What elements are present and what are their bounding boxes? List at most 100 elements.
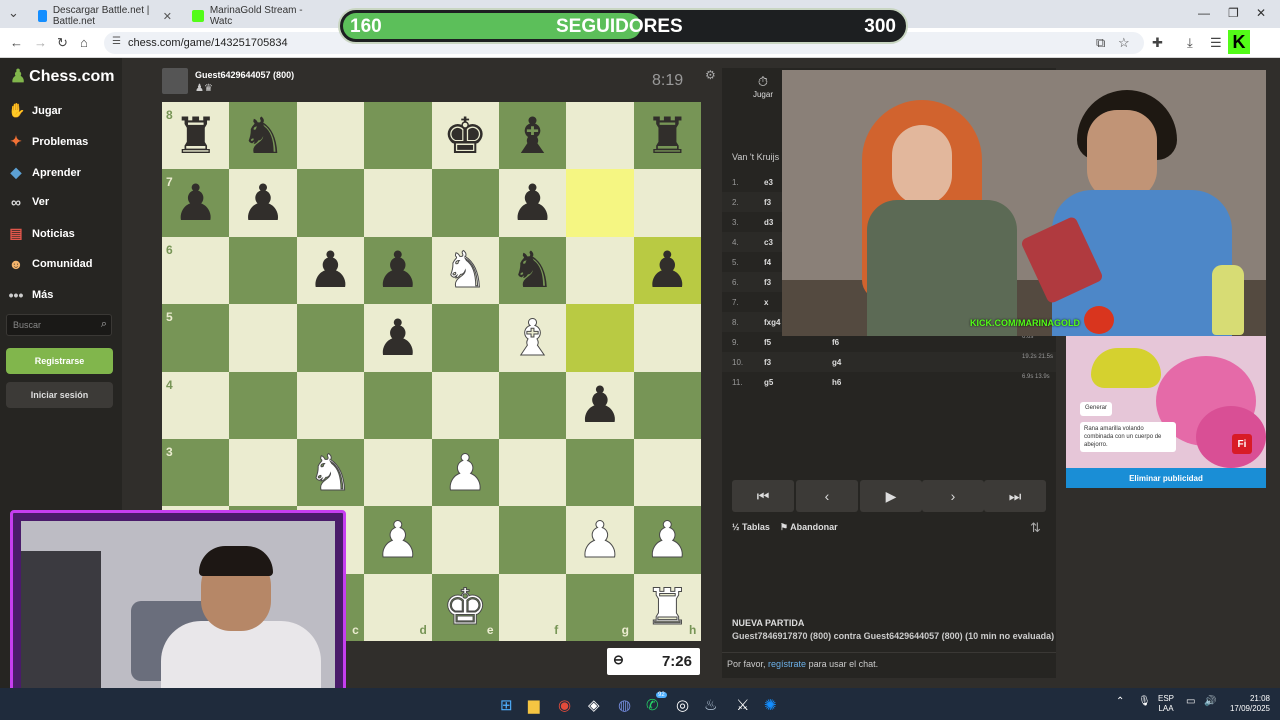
black-pawn-f7[interactable]: ♟ — [499, 169, 566, 236]
nav-jugar[interactable]: ✋ Jugar — [8, 102, 62, 119]
square-h4[interactable] — [633, 371, 702, 439]
flip-board-icon[interactable]: ⇅ — [1030, 520, 1041, 536]
white-pawn-d2[interactable]: ♟ — [364, 506, 431, 573]
square-h5[interactable] — [633, 304, 702, 372]
start-icon[interactable]: ⊞ — [500, 696, 513, 714]
white-king-e1[interactable]: ♚ — [432, 574, 499, 641]
resign-button[interactable]: Abandonar — [790, 522, 838, 532]
prev-move-button[interactable]: ‹ — [796, 480, 858, 512]
square-d8[interactable] — [364, 102, 432, 170]
close-window-icon[interactable]: ✕ — [1256, 6, 1266, 20]
square-b5[interactable] — [229, 304, 297, 372]
close-tab-icon[interactable]: ✕ — [163, 10, 172, 23]
white-move[interactable]: c3 — [764, 238, 773, 247]
square-e7[interactable] — [431, 169, 499, 237]
next-move-button[interactable]: › — [922, 480, 984, 512]
minimize-icon[interactable]: — — [1198, 6, 1210, 20]
bookmark-star-icon[interactable]: ☆ — [1118, 35, 1130, 51]
square-c7[interactable] — [296, 169, 365, 237]
square-c8[interactable] — [296, 102, 365, 170]
install-app-icon[interactable]: ⧉ — [1096, 35, 1105, 51]
white-pawn-h2[interactable]: ♟ — [634, 506, 701, 573]
white-knight-c3[interactable]: ♞ — [297, 439, 364, 506]
avatar[interactable] — [162, 68, 188, 94]
back-icon[interactable]: ← — [10, 35, 23, 50]
nav-ver[interactable]: ∞ Ver — [8, 194, 49, 210]
square-f4[interactable] — [498, 371, 567, 439]
tab-search-icon[interactable]: ⌄ — [8, 5, 19, 21]
square-d4[interactable] — [364, 371, 432, 439]
nav-noticias[interactable]: ▤ Noticias — [8, 225, 74, 242]
black-pawn-b7[interactable]: ♟ — [229, 169, 296, 236]
white-move[interactable]: d3 — [764, 218, 773, 227]
forward-icon[interactable]: → — [34, 35, 47, 50]
gear-icon[interactable]: ⚙ — [705, 68, 716, 82]
white-pawn-g2[interactable]: ♟ — [566, 506, 633, 573]
home-icon[interactable]: ⌂ — [80, 35, 88, 50]
square-b3[interactable] — [229, 438, 297, 507]
white-bishop-f5[interactable]: ♝ — [499, 304, 566, 371]
square-g8[interactable] — [566, 102, 634, 170]
square-e4[interactable] — [431, 371, 499, 439]
square-d7[interactable] — [364, 169, 432, 237]
square-g7[interactable] — [566, 169, 634, 237]
maximize-icon[interactable]: ❐ — [1228, 6, 1239, 20]
whatsapp-icon[interactable]: ✆ — [646, 696, 659, 714]
app-icon[interactable]: ◈ — [588, 696, 600, 714]
ad-generate-button[interactable]: Generar — [1080, 402, 1113, 416]
white-knight-e6[interactable]: ♞ — [432, 237, 499, 304]
white-move[interactable]: f3 — [764, 198, 771, 207]
extensions-icon[interactable]: ✚ — [1152, 35, 1163, 51]
black-knight-f6[interactable]: ♞ — [499, 237, 566, 304]
square-c4[interactable] — [296, 371, 365, 439]
white-move[interactable]: g5 — [764, 378, 773, 387]
draw-button[interactable]: Tablas — [742, 522, 770, 532]
square-g5[interactable] — [566, 304, 634, 372]
reload-icon[interactable]: ↻ — [57, 35, 68, 51]
square-f3[interactable] — [498, 438, 567, 507]
play-button[interactable]: ▶ — [860, 480, 922, 512]
white-move[interactable]: x — [764, 298, 768, 307]
network-icon[interactable]: ▭ — [1186, 697, 1195, 707]
file-explorer-icon[interactable]: ▆ — [528, 696, 540, 714]
square-g6[interactable] — [566, 236, 634, 305]
white-move[interactable]: fxg4 — [764, 318, 780, 327]
black-move[interactable]: h6 — [832, 378, 841, 387]
square-e5[interactable] — [431, 304, 499, 372]
language-indicator[interactable]: ESP LAA — [1158, 694, 1174, 714]
square-e2[interactable] — [431, 506, 499, 574]
register-link[interactable]: regístrate — [768, 659, 806, 669]
black-pawn-d6[interactable]: ♟ — [364, 237, 431, 304]
nav-aprender[interactable]: ◆ Aprender — [8, 164, 81, 181]
black-pawn-g4[interactable]: ♟ — [566, 372, 633, 439]
discord-icon[interactable]: ◍ — [618, 696, 631, 714]
chesscom-logo[interactable]: ♟ Chess.com — [10, 66, 115, 87]
white-move[interactable]: e3 — [764, 178, 773, 187]
first-move-button[interactable]: ⏮ — [732, 480, 794, 512]
black-pawn-h6[interactable]: ♟ — [634, 237, 701, 304]
tab-marinagold[interactable]: MarinaGold Stream - Watc — [184, 4, 334, 28]
nav-problemas[interactable]: ✦ Problemas — [8, 133, 88, 150]
white-move[interactable]: f3 — [764, 278, 771, 287]
download-icon[interactable]: ⤓ — [1187, 35, 1193, 51]
black-bishop-f8[interactable]: ♝ — [499, 102, 566, 169]
square-c5[interactable] — [296, 304, 365, 372]
search-input[interactable]: Buscar ⌕ — [6, 314, 112, 336]
white-move[interactable]: f4 — [764, 258, 771, 267]
black-pawn-a7[interactable]: ♟ — [162, 169, 229, 236]
square-h7[interactable] — [633, 169, 702, 237]
square-b4[interactable] — [229, 371, 297, 439]
menu-icon[interactable]: ☰ — [1210, 35, 1222, 51]
white-rook-h1[interactable]: ♜ — [634, 574, 701, 641]
site-info-icon[interactable]: ☰ — [112, 36, 121, 47]
square-f2[interactable] — [498, 506, 567, 574]
app-icon[interactable]: ⚔ — [736, 696, 749, 714]
nav-mas[interactable]: ••• Más — [8, 287, 54, 303]
obs-icon[interactable]: ◎ — [676, 696, 689, 714]
square-h3[interactable] — [633, 438, 702, 507]
square-g3[interactable] — [566, 438, 634, 507]
search-icon[interactable]: ⌕ — [101, 318, 107, 331]
clock[interactable]: 21:08 17/09/2025 — [1226, 694, 1270, 714]
black-pawn-d5[interactable]: ♟ — [364, 304, 431, 371]
opponent-name[interactable]: Guest6429644057 (800) — [195, 70, 294, 80]
